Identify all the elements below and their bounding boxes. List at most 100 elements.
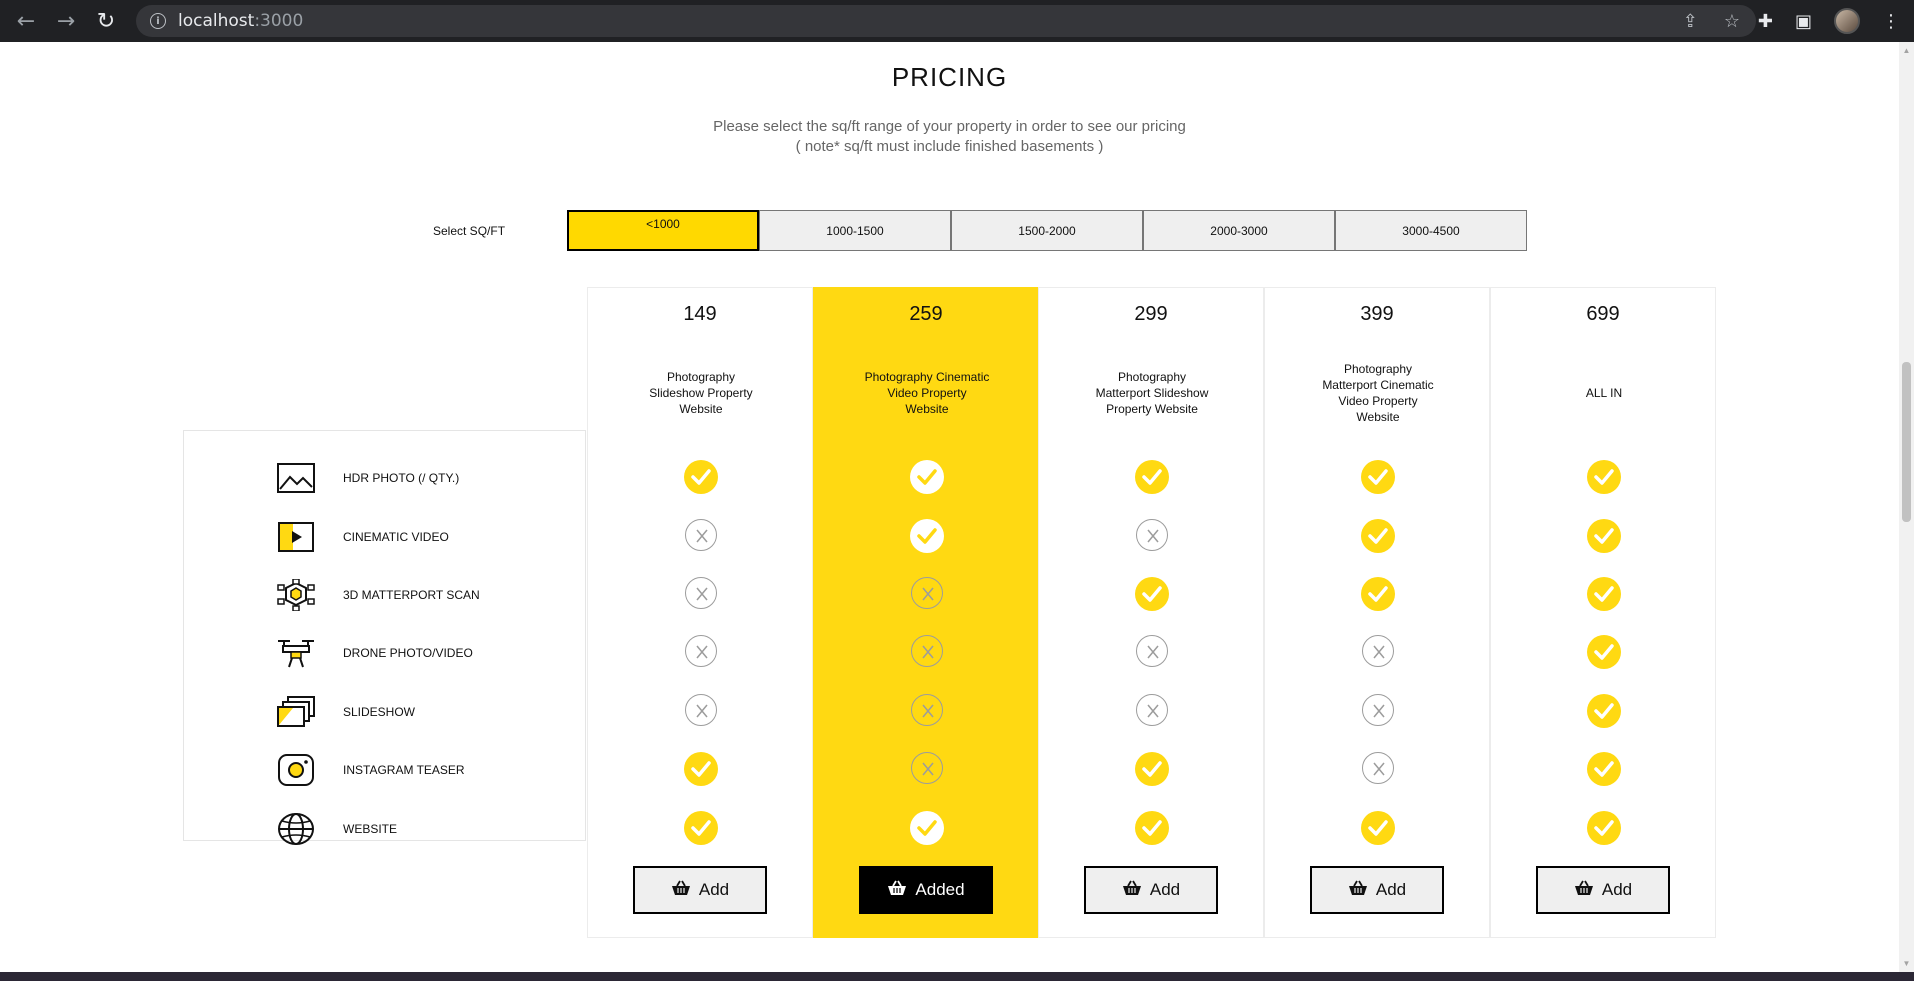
check-icon — [1361, 460, 1395, 494]
basket-icon — [1348, 880, 1368, 901]
video-icon — [276, 520, 316, 554]
extensions-icon[interactable]: ✚ — [1758, 11, 1773, 32]
basket-icon — [1122, 880, 1142, 901]
x-icon — [911, 577, 943, 609]
x-icon — [1362, 694, 1394, 726]
x-icon — [685, 577, 717, 609]
x-icon — [1362, 752, 1394, 784]
pricing-plan-column: 149 Photography Slideshow Property Websit… — [587, 287, 813, 938]
drone-icon — [276, 636, 316, 670]
taskbar-strip — [0, 972, 1914, 981]
feature-label: SLIDESHOW — [343, 705, 416, 719]
pricing-plan-column: 299 Photography Matterport Slideshow Prop… — [1038, 287, 1264, 938]
add-button[interactable]: Add — [1536, 866, 1670, 914]
photo-icon — [276, 461, 316, 495]
check-icon — [1135, 577, 1169, 611]
back-icon[interactable]: ← — [6, 0, 46, 42]
scroll-up-icon[interactable]: ▲ — [1902, 46, 1911, 55]
plan-description: Photography Matterport Slideshow Propert… — [1059, 348, 1245, 438]
check-icon — [1587, 577, 1621, 611]
url-text: localhost:3000 — [178, 11, 304, 31]
page-scrollbar[interactable]: ▲ ▼ — [1899, 42, 1914, 972]
plan-price: 699 — [1586, 303, 1620, 325]
x-icon — [685, 635, 717, 667]
check-icon — [910, 460, 944, 494]
feature-label: HDR PHOTO (/ QTY.) — [343, 471, 460, 485]
feature-row: HDR PHOTO (/ QTY.) — [184, 458, 587, 498]
plan-price: 149 — [683, 303, 717, 325]
x-icon — [1362, 635, 1394, 667]
plan-description: ALL IN — [1511, 348, 1697, 438]
feature-row: INSTAGRAM TEASER — [184, 750, 587, 790]
check-icon — [1587, 519, 1621, 553]
matterport-icon — [276, 578, 316, 612]
feature-label: CINEMATIC VIDEO — [343, 530, 449, 544]
sqft-option-button[interactable]: 1500-2000 — [951, 210, 1143, 251]
check-icon — [1361, 811, 1395, 845]
add-button[interactable]: Add — [633, 866, 767, 914]
address-bar[interactable]: i localhost:3000 ⇪ ☆ — [136, 5, 1756, 37]
slideshow-icon — [276, 695, 316, 729]
plan-description-text: Photography Slideshow Property Website — [649, 370, 753, 416]
menu-kebab-icon[interactable]: ⋮ — [1882, 11, 1900, 32]
plan-description-text: Photography Matterport Cinematic Video P… — [1322, 362, 1434, 424]
feature-row: CINEMATIC VIDEO — [184, 517, 587, 557]
check-icon — [1587, 694, 1621, 728]
share-icon[interactable]: ⇪ — [1683, 11, 1698, 32]
plan-price: 399 — [1360, 303, 1394, 325]
x-icon — [911, 635, 943, 667]
scroll-thumb[interactable] — [1902, 362, 1911, 522]
plan-description-text: Photography Matterport Slideshow Propert… — [1095, 370, 1209, 416]
add-button-label: Add — [1601, 880, 1633, 899]
sqft-option-button[interactable]: 3000-4500 — [1335, 210, 1527, 251]
added-button[interactable]: Added — [859, 866, 993, 914]
plan-description: Photography Slideshow Property Website — [608, 348, 794, 438]
check-icon — [1587, 752, 1621, 786]
plan-description-text: ALL IN — [1585, 386, 1623, 400]
pricing-plan-column: 259 Photography Cinematic Video Property … — [813, 287, 1039, 938]
plan-description-text: Photography Cinematic Video Property Web… — [864, 370, 990, 416]
side-panel-icon[interactable]: ▣ — [1795, 11, 1812, 32]
feature-list: HDR PHOTO (/ QTY.) CINEMATIC VIDEO 3D MATT… — [183, 430, 587, 845]
feature-row: 3D MATTERPORT SCAN — [184, 575, 587, 615]
add-button-label: Added — [915, 880, 965, 899]
bookmark-star-icon[interactable]: ☆ — [1724, 11, 1740, 32]
add-button[interactable]: Add — [1084, 866, 1218, 914]
check-icon — [1135, 752, 1169, 786]
check-icon — [1587, 635, 1621, 669]
page-title: PRICING — [891, 62, 1008, 92]
profile-avatar[interactable] — [1834, 8, 1860, 34]
x-icon — [1136, 694, 1168, 726]
check-icon — [910, 811, 944, 845]
browser-toolbar: ← → ↻ i localhost:3000 ⇪ ☆ ✚ ▣ ⋮ — [0, 0, 1914, 42]
add-button[interactable]: Add — [1310, 866, 1444, 914]
feature-label: 3D MATTERPORT SCAN — [343, 588, 480, 602]
add-button-label: Add — [1375, 880, 1407, 899]
feature-label: WEBSITE — [343, 822, 398, 836]
sqft-option-button[interactable]: <1000 — [567, 210, 759, 251]
check-icon — [1587, 460, 1621, 494]
page-subtitle: Please select the sq/ft range of your pr… — [713, 118, 1186, 135]
sqft-option-button[interactable]: 1000-1500 — [759, 210, 951, 251]
scroll-down-icon[interactable]: ▼ — [1902, 959, 1911, 968]
sqft-option-button[interactable]: 2000-3000 — [1143, 210, 1335, 251]
check-icon — [1587, 811, 1621, 845]
plan-description: Photography Matterport Cinematic Video P… — [1285, 348, 1471, 438]
pricing-plan-column: 699 ALL IN Add — [1490, 287, 1716, 938]
check-icon — [910, 519, 944, 553]
forward-icon[interactable]: → — [46, 0, 86, 42]
x-icon — [1136, 519, 1168, 551]
reload-icon[interactable]: ↻ — [86, 0, 126, 42]
feature-label: DRONE PHOTO/VIDEO — [343, 646, 473, 660]
check-icon — [1361, 519, 1395, 553]
check-icon — [1135, 811, 1169, 845]
feature-label: INSTAGRAM TEASER — [343, 763, 465, 777]
x-icon — [1136, 635, 1168, 667]
feature-row: DRONE PHOTO/VIDEO — [184, 633, 587, 673]
check-icon — [684, 460, 718, 494]
add-button-label: Add — [1149, 880, 1181, 899]
plan-description: Photography Cinematic Video Property Web… — [834, 348, 1020, 438]
site-info-icon[interactable]: i — [150, 13, 166, 29]
plan-price: 259 — [909, 303, 943, 325]
x-icon — [911, 752, 943, 784]
